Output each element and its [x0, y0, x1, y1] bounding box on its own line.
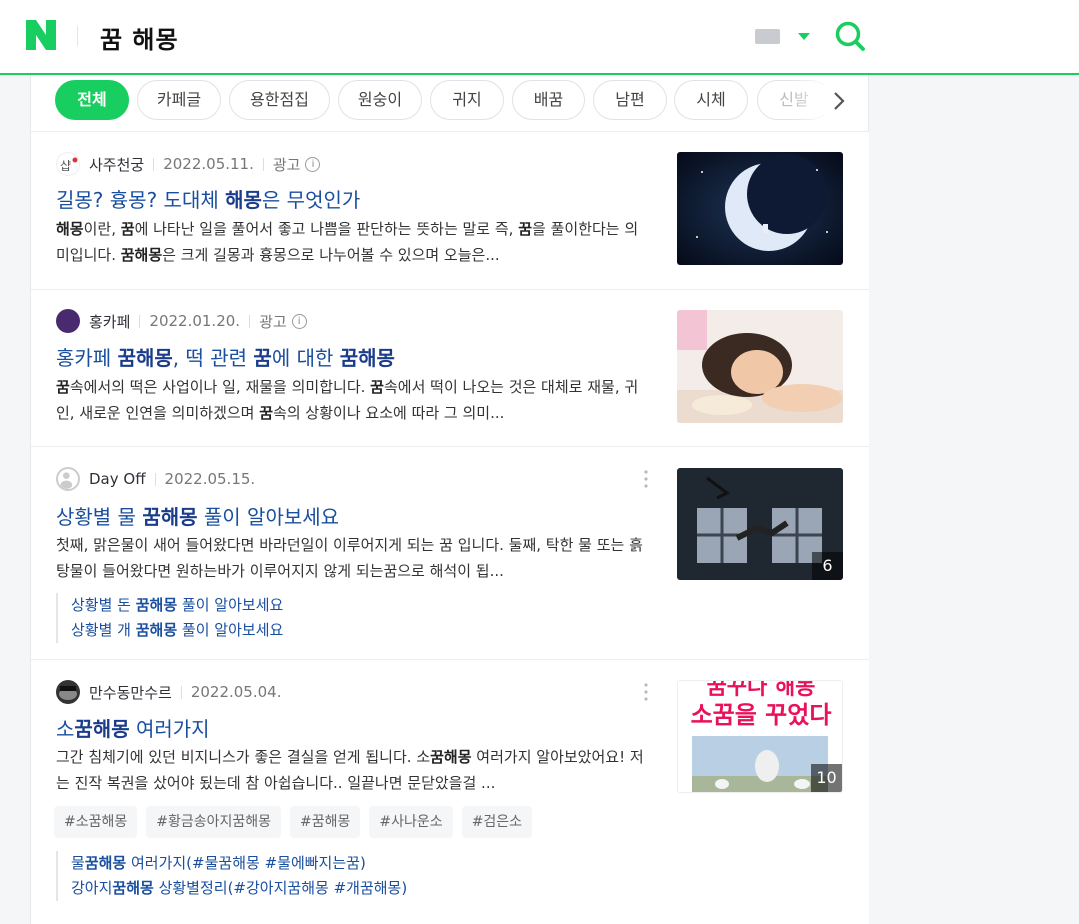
divider — [180, 685, 182, 699]
hashtag[interactable]: #사나운소 — [369, 806, 453, 838]
info-icon[interactable]: i — [305, 156, 321, 172]
related-link[interactable]: 상황별 돈 꿈해몽 풀이 알아보세요 — [71, 593, 283, 618]
result-thumbnail[interactable] — [677, 310, 843, 423]
hashtag[interactable]: #소꿈해몽 — [54, 806, 138, 838]
search-query[interactable]: 꿈 해몽 — [100, 20, 179, 55]
related-link[interactable]: 물꿈해몽 여러가지(#물꿈해몽 #물에빠지는꿈) — [71, 851, 407, 876]
divider — [139, 314, 141, 328]
result-description: 해몽이란, 꿈에 나타난 일을 풀어서 좋고 나쁨을 판단하는 뜻하는 말로 즉… — [56, 220, 639, 264]
avatar — [56, 467, 80, 491]
hashtag[interactable]: #황금송아지꿈해몽 — [146, 806, 282, 838]
post-date: 2022.05.11. — [163, 155, 254, 173]
hashtag[interactable]: #검은소 — [461, 806, 533, 838]
result-thumbnail[interactable]: 6 — [677, 468, 843, 580]
results-panel: 전체 카페글 용한점집 원숭이 귀지 배꿈 남편 시체 신발 샵 사주천궁 20… — [30, 75, 869, 924]
cow-image-icon — [692, 736, 828, 792]
result-source: Day Off 2022.05.15. — [56, 467, 255, 491]
result-thumbnail[interactable] — [677, 152, 843, 265]
source-name[interactable]: 사주천궁 — [89, 154, 144, 175]
more-options-icon[interactable] — [643, 682, 649, 702]
header-divider — [77, 26, 78, 46]
more-options-icon[interactable] — [643, 469, 649, 489]
source-name[interactable]: 홍카페 — [89, 311, 130, 332]
related-link[interactable]: 상황별 개 꿈해몽 풀이 알아보세요 — [71, 618, 283, 643]
result-card: 만수동만수르 2022.05.04. 소꿈해몽 여러가지 그간 침체기에 있던 … — [31, 660, 869, 924]
chip-husband[interactable]: 남편 — [593, 80, 667, 120]
avatar — [56, 680, 80, 704]
image-count-badge: 6 — [812, 552, 843, 580]
svg-text:샵: 샵 — [60, 159, 71, 173]
result-title[interactable]: 상황별 물 꿈해몽 풀이 알아보세요 — [56, 501, 339, 530]
result-title[interactable]: 홍카페 꿈해몽, 떡 관련 꿈에 대한 꿈해몽 — [56, 342, 395, 371]
thumbnail-text: 소꿈을 꾸었다 — [690, 701, 832, 729]
filter-chip-bar: 전체 카페글 용한점집 원숭이 귀지 배꿈 남편 시체 신발 — [31, 75, 869, 132]
result-card: 홍카페 2022.01.20. 광고 i 홍카페 꿈해몽, 떡 관련 꿈에 대한… — [31, 290, 869, 447]
chip-all[interactable]: 전체 — [55, 80, 129, 120]
result-source: 만수동만수르 2022.05.04. — [56, 680, 281, 704]
moon-image-icon — [677, 152, 843, 265]
search-header: 꿈 해몽 — [0, 0, 1079, 75]
result-description: 첫째, 맑은물이 새어 들어왔다면 바라던일이 이루어지게 되는 꿈 입니다. … — [56, 536, 643, 580]
related-link[interactable]: 강아지꿈해몽 상황별정리(#강아지꿈해몽 #개꿈해몽) — [71, 876, 407, 901]
search-icon[interactable] — [834, 20, 866, 52]
divider — [153, 157, 155, 171]
related-links: 상황별 돈 꿈해몽 풀이 알아보세요 상황별 개 꿈해몽 풀이 알아보세요 — [56, 593, 283, 643]
post-date: 2022.01.20. — [149, 312, 241, 330]
chevron-right-icon[interactable] — [827, 89, 851, 113]
chip-earwax[interactable]: 귀지 — [430, 80, 504, 120]
result-card: 샵 사주천궁 2022.05.11. 광고 i 길몽? 흉몽? 도대체 해몽은 … — [31, 132, 869, 290]
hashtag[interactable]: #꿈해몽 — [290, 806, 361, 838]
chip-fortune-shop[interactable]: 용한점집 — [229, 80, 330, 120]
result-title[interactable]: 길몽? 흉몽? 도대체 해몽은 무엇인가 — [56, 184, 360, 213]
result-thumbnail[interactable]: 꿈꾸다 해몽 소꿈을 꾸었다 10 — [677, 680, 843, 793]
keyboard-icon[interactable] — [755, 29, 780, 44]
result-card: Day Off 2022.05.15. 상황별 물 꿈해몽 풀이 알아보세요 첫… — [31, 447, 869, 660]
result-source: 홍카페 2022.01.20. 광고 i — [56, 309, 307, 333]
divider — [154, 472, 156, 486]
chip-cafe[interactable]: 카페글 — [137, 80, 221, 120]
info-icon[interactable]: i — [291, 313, 307, 329]
image-count-badge: 10 — [811, 764, 842, 792]
chip-corpse[interactable]: 시체 — [674, 80, 748, 120]
result-title[interactable]: 소꿈해몽 여러가지 — [56, 713, 210, 742]
post-date: 2022.05.15. — [164, 470, 256, 488]
divider — [249, 314, 251, 328]
source-name[interactable]: Day Off — [89, 470, 146, 488]
ad-label: 광고 — [259, 312, 287, 331]
result-source: 샵 사주천궁 2022.05.11. 광고 i — [56, 152, 321, 176]
hashtag-list: #소꿈해몽 #황금송아지꿈해몽 #꿈해몽 #사나운소 #검은소 — [54, 806, 533, 838]
sleeping-woman-image-icon — [677, 310, 843, 423]
post-date: 2022.05.04. — [190, 683, 282, 701]
avatar — [56, 309, 80, 333]
related-links: 물꿈해몽 여러가지(#물꿈해몽 #물에빠지는꿈) 강아지꿈해몽 상황별정리(#강… — [56, 851, 407, 901]
chip-belly-dream[interactable]: 배꿈 — [512, 80, 585, 120]
ad-label: 광고 — [272, 155, 301, 174]
source-name[interactable]: 만수동만수르 — [89, 682, 172, 703]
chip-monkey[interactable]: 원숭이 — [338, 80, 422, 120]
naver-logo-icon[interactable] — [26, 20, 56, 50]
dropdown-caret-icon[interactable] — [798, 33, 810, 40]
result-description: 그간 침체기에 있던 비지니스가 좋은 결실을 얻게 됩니다. 소꿈해몽 여러가… — [56, 748, 644, 792]
avatar: 샵 — [56, 152, 80, 176]
chip-fade-mask — [791, 75, 831, 131]
divider — [262, 157, 264, 171]
result-description: 꿈속에서의 떡은 사업이나 일, 재물을 의미합니다. 꿈속에서 떡이 나오는 … — [56, 378, 639, 422]
